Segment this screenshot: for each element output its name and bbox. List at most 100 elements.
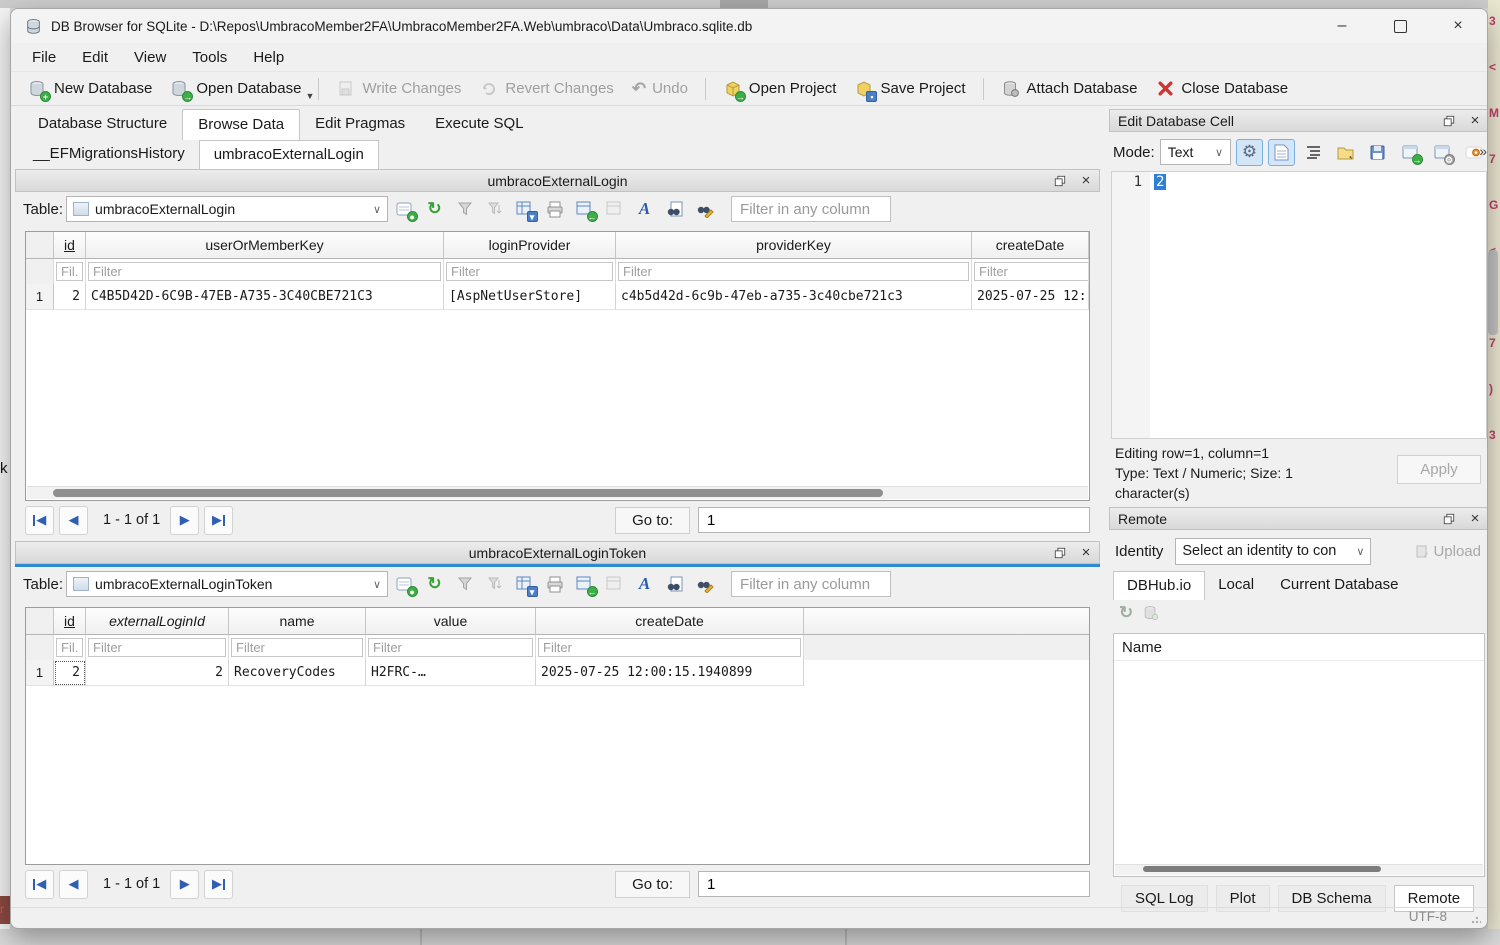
new-database-button[interactable]: + New Database (19, 76, 161, 102)
new-record-button[interactable]: ● (391, 572, 418, 597)
remote-database-icon[interactable] (1143, 605, 1159, 621)
column-header-createDate[interactable]: createDate (972, 232, 1089, 259)
remote-refresh-icon[interactable]: ↻ (1119, 603, 1133, 623)
goto-input[interactable] (698, 507, 1090, 533)
cell-createDate[interactable]: 2025-07-25 12:00:15.1940899 (536, 660, 804, 686)
column-filter-input[interactable] (231, 638, 363, 657)
remote-float-icon[interactable] (1441, 511, 1457, 527)
cell-loginProvider[interactable]: [AspNetUserStore] (444, 284, 616, 310)
column-filter-input[interactable] (88, 638, 226, 657)
list-horizontal-scrollbar[interactable] (1115, 864, 1483, 875)
text-document-icon[interactable] (1268, 139, 1295, 166)
settings-window-icon[interactable]: ⚙ (1428, 139, 1455, 166)
font-button[interactable]: A (631, 197, 658, 222)
revert-changes-button[interactable]: Revert Changes (470, 76, 622, 102)
close-button[interactable]: × (1429, 9, 1487, 43)
row-header[interactable]: 1 (26, 660, 54, 686)
font-button[interactable]: A (631, 572, 658, 597)
save-view-button[interactable]: ▾ (511, 572, 538, 597)
identity-select[interactable]: Select an identity to con ∨ (1175, 538, 1371, 565)
menu-file[interactable]: File (19, 46, 69, 69)
tab-dbhub[interactable]: DBHub.io (1113, 571, 1205, 600)
scrollbar-thumb[interactable] (53, 489, 883, 497)
tab-efmigrationshistory[interactable]: __EFMigrationsHistory (19, 140, 199, 169)
auto-mode-icon[interactable]: ⚙ (1236, 139, 1263, 166)
column-filter-input[interactable] (974, 262, 1089, 281)
filter-any-column-input[interactable] (731, 571, 891, 597)
column-header-id[interactable]: id (54, 608, 86, 635)
undo-button[interactable]: ↶ Undo (623, 76, 697, 102)
open-project-button[interactable]: → Open Project (714, 76, 846, 102)
refresh-icon[interactable]: ↻ (421, 572, 448, 597)
goto-button[interactable]: Go to: (615, 507, 690, 534)
cell-value[interactable]: H2FRC-… (366, 660, 536, 686)
attach-database-button[interactable]: Attach Database (992, 76, 1147, 102)
column-filter-input[interactable] (56, 638, 83, 657)
last-record-button[interactable]: ▶ (204, 506, 233, 535)
cell-providerKey[interactable]: c4b5d42d-6c9b-47eb-a735-3c40cbe721c3 (616, 284, 972, 310)
remote-database-list[interactable]: Name (1113, 633, 1485, 877)
column-filter-input[interactable] (56, 262, 83, 281)
panel1-close-icon[interactable]: × (1078, 173, 1094, 189)
column-filter-input[interactable] (368, 638, 533, 657)
list-column-header-name[interactable]: Name (1114, 634, 1484, 661)
open-database-dropdown-icon[interactable]: ▼ (306, 91, 315, 101)
upload-button[interactable]: Upload (1415, 543, 1481, 560)
tab-database-structure[interactable]: Database Structure (23, 109, 182, 140)
panel1-float-icon[interactable] (1052, 173, 1068, 189)
filter-sort-icon[interactable] (481, 197, 508, 222)
column-header-externalLoginId[interactable]: externalLoginId (86, 608, 229, 635)
insert-records-button[interactable] (601, 572, 628, 597)
panel1-header[interactable]: umbracoExternalLogin × (15, 169, 1100, 192)
edit-cell-close-icon[interactable]: × (1467, 113, 1483, 129)
edit-cell-header[interactable]: Edit Database Cell × (1109, 109, 1488, 132)
column-filter-input[interactable] (538, 638, 801, 657)
panel2-float-icon[interactable] (1052, 545, 1068, 561)
print-button[interactable] (541, 572, 568, 597)
import-cell-icon[interactable] (1332, 139, 1359, 166)
apply-button[interactable]: Apply (1397, 455, 1481, 484)
save-view-button[interactable]: ▾ (511, 197, 538, 222)
column-header-providerKey[interactable]: providerKey (616, 232, 972, 259)
edit-cell-float-icon[interactable] (1441, 113, 1457, 129)
column-filter-input[interactable] (446, 262, 613, 281)
goto-button[interactable]: Go to: (615, 871, 690, 898)
find-replace-button[interactable] (691, 572, 718, 597)
goto-input[interactable] (698, 871, 1090, 897)
find-button[interactable] (661, 572, 688, 597)
tab-current-database[interactable]: Current Database (1267, 571, 1411, 600)
next-record-button[interactable]: ▶ (170, 870, 199, 899)
clear-filters-icon[interactable] (451, 197, 478, 222)
column-header-id[interactable]: id (54, 232, 86, 259)
column-header-createDate[interactable]: createDate (536, 608, 804, 635)
cell-id[interactable]: 2 (54, 284, 86, 310)
panel1-table-select[interactable]: umbracoExternalLogin ∨ (66, 196, 388, 222)
last-record-button[interactable]: ▶ (204, 870, 233, 899)
close-database-button[interactable]: Close Database (1146, 76, 1297, 102)
tab-umbracoexternallogin[interactable]: umbracoExternalLogin (199, 140, 379, 169)
editor-selected-text[interactable]: 2 (1154, 174, 1166, 190)
tab-local[interactable]: Local (1205, 571, 1267, 600)
previous-record-button[interactable]: ◀ (59, 506, 88, 535)
toolbar-overflow-icon[interactable]: » (1479, 143, 1487, 159)
cell-id-selected[interactable]: 2 (54, 660, 86, 686)
column-header-value[interactable]: value (366, 608, 536, 635)
clear-filters-icon[interactable] (451, 572, 478, 597)
export-records-button[interactable]: ← (571, 197, 598, 222)
panel2-header[interactable]: umbracoExternalLoginToken × (15, 541, 1100, 564)
remote-header[interactable]: Remote × (1109, 507, 1488, 530)
export-cell-icon[interactable]: → (1396, 139, 1423, 166)
save-cell-icon[interactable] (1364, 139, 1391, 166)
row-header[interactable]: 1 (26, 284, 54, 310)
column-filter-input[interactable] (88, 262, 441, 281)
grid1-horizontal-scrollbar[interactable] (27, 486, 1088, 499)
column-header-name[interactable]: name (229, 608, 366, 635)
minimize-button[interactable]: – (1313, 9, 1371, 43)
refresh-icon[interactable]: ↻ (421, 197, 448, 222)
next-record-button[interactable]: ▶ (170, 506, 199, 535)
find-button[interactable] (661, 197, 688, 222)
column-header-userOrMemberKey[interactable]: userOrMemberKey (86, 232, 444, 259)
new-record-button[interactable]: ● (391, 197, 418, 222)
filter-sort-icon[interactable] (481, 572, 508, 597)
filter-any-column-input[interactable] (731, 196, 891, 222)
